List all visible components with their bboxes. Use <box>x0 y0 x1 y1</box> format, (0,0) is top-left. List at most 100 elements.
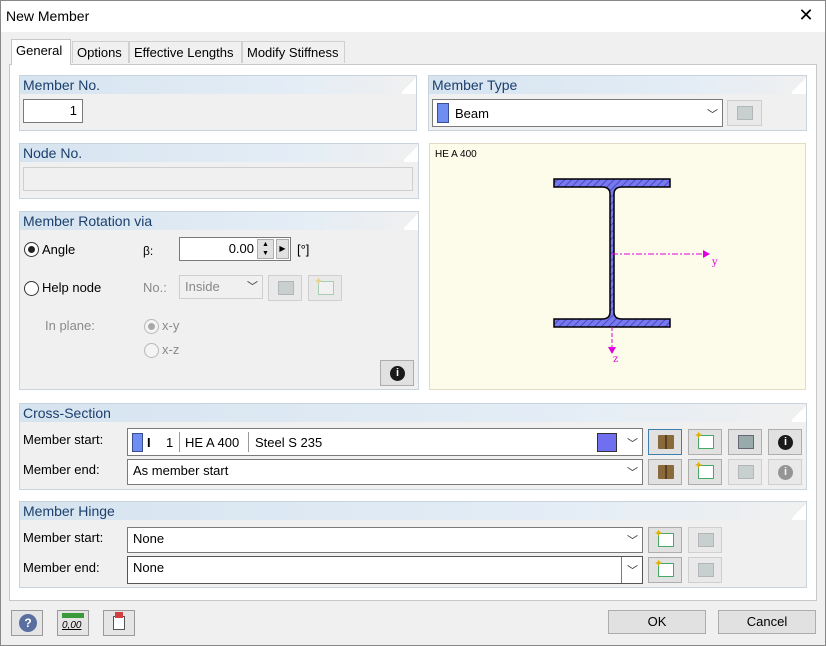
angle-arrow-button[interactable]: ▶ <box>276 239 289 259</box>
z-axis-label: z <box>613 354 619 365</box>
member-type-select[interactable]: Beam ﹀ <box>432 99 723 127</box>
new-node-button[interactable] <box>308 275 342 301</box>
plane-xy-radio[interactable] <box>144 319 159 334</box>
cs-end-info-button[interactable]: i <box>768 459 802 485</box>
member-type-value: Beam <box>455 106 489 121</box>
angle-spinner[interactable]: ▲ ▼ <box>257 239 274 259</box>
tab-modify-stiffness[interactable]: Modify Stiffness <box>242 41 345 63</box>
hinge-end-new-button[interactable] <box>648 557 682 583</box>
plane-xz-radio[interactable] <box>144 343 159 358</box>
y-axis-label: y <box>712 257 718 268</box>
cs-end-label: Member end: <box>23 462 100 477</box>
hinge-heading: Member Hinge <box>20 502 806 520</box>
cross-section-heading: Cross-Section <box>20 404 806 422</box>
hinge-end-edit-button[interactable] <box>688 557 722 583</box>
hinge-start-edit-button[interactable] <box>688 527 722 553</box>
hinge-end-select[interactable]: None ﹀ <box>127 556 643 584</box>
hinge-start-select[interactable]: None ﹀ <box>127 527 643 553</box>
help-node-select[interactable]: Inside ﹀ <box>179 275 263 299</box>
units-button[interactable]: 0,00 <box>57 610 89 636</box>
cs-start-section: HE A 400 <box>185 435 240 450</box>
tab-options[interactable]: Options <box>72 41 129 63</box>
angle-label: Angle <box>42 242 76 257</box>
ok-button[interactable]: OK <box>608 610 706 634</box>
cs-end-edit-button[interactable] <box>728 459 762 485</box>
chevron-down-icon: ﹀ <box>627 467 638 479</box>
chevron-down-icon: ﹀ <box>627 565 638 577</box>
rotation-heading: Member Rotation via <box>20 212 418 230</box>
tab-general[interactable]: General <box>11 39 71 65</box>
tab-effective-lengths[interactable]: Effective Lengths <box>129 41 242 63</box>
edit-icon <box>738 435 754 449</box>
new-icon <box>314 275 334 295</box>
units-bar <box>62 613 84 618</box>
edit-icon <box>737 106 753 120</box>
settings-button[interactable] <box>103 610 135 636</box>
close-icon[interactable]: ✕ <box>795 4 817 26</box>
section-preview: HE A 400 y z <box>429 143 806 390</box>
node-no-input[interactable] <box>23 167 413 191</box>
cs-start-swatch <box>132 433 143 452</box>
hinge-start-new-button[interactable] <box>648 527 682 553</box>
member-no-heading: Member No. <box>20 76 416 94</box>
new-icon <box>694 459 714 479</box>
angle-radio[interactable] <box>24 242 39 257</box>
info-icon: i <box>778 435 793 450</box>
y-axis-arrow <box>703 250 710 258</box>
units-icon: 0,00 <box>62 620 82 631</box>
hinge-end-value: None <box>133 560 165 575</box>
cs-start-new-button[interactable] <box>688 429 722 455</box>
info-icon: i <box>390 366 405 381</box>
cs-start-color <box>597 433 617 452</box>
hinge-start-value: None <box>133 531 165 546</box>
new-icon <box>654 527 674 547</box>
cs-start-select[interactable]: I 1 HE A 400 Steel S 235 ﹀ <box>127 428 643 456</box>
cs-start-label: Member start: <box>23 432 104 447</box>
book-icon <box>658 435 674 449</box>
cs-start-material: Steel S 235 <box>255 435 323 450</box>
book-icon <box>658 465 674 479</box>
chevron-down-icon: ﹀ <box>627 438 638 450</box>
plane-xy-label: x-y <box>162 318 180 333</box>
cs-end-new-button[interactable] <box>688 459 722 485</box>
edit-icon <box>698 563 714 577</box>
edit-icon <box>738 465 754 479</box>
i-beam-section <box>553 178 671 328</box>
document-settings-icon <box>113 616 125 630</box>
help-node-radio[interactable] <box>24 281 39 296</box>
hinge-end-label: Member end: <box>23 560 100 575</box>
member-type-swatch <box>437 103 449 123</box>
cs-end-value: As member start <box>133 463 229 478</box>
chevron-down-icon: ﹀ <box>247 281 258 293</box>
cs-start-library-button[interactable] <box>648 429 682 455</box>
edit-icon <box>698 533 714 547</box>
cancel-button[interactable]: Cancel <box>718 610 816 634</box>
help-icon: ? <box>19 614 37 632</box>
new-icon <box>694 429 714 449</box>
i-beam-drawing <box>553 178 710 354</box>
help-button[interactable]: ? <box>11 610 43 636</box>
cs-end-select[interactable]: As member start ﹀ <box>127 459 643 485</box>
new-icon <box>654 557 674 577</box>
title-bar <box>0 0 826 32</box>
hinge-start-label: Member start: <box>23 530 104 545</box>
window-title: New Member <box>6 8 90 24</box>
rotation-info-button[interactable]: i <box>380 360 414 386</box>
chevron-down-icon: ﹀ <box>627 535 638 547</box>
info-icon: i <box>778 465 793 480</box>
edit-member-type-button[interactable] <box>727 100 762 126</box>
pointer-icon <box>278 281 294 295</box>
plane-xz-label: x-z <box>162 342 180 357</box>
member-no-input[interactable]: 1 <box>23 99 83 123</box>
cs-start-edit-button[interactable] <box>728 429 762 455</box>
beta-label: β: <box>143 244 154 258</box>
cs-start-number: 1 <box>166 435 174 450</box>
angle-input[interactable]: 0.00 <box>179 237 291 261</box>
cs-end-library-button[interactable] <box>648 459 682 485</box>
pick-node-button[interactable] <box>268 275 302 301</box>
cs-start-info-button[interactable]: i <box>768 429 802 455</box>
z-axis-arrow <box>608 347 616 354</box>
in-plane-label: In plane: <box>45 318 95 333</box>
no-label: No.: <box>143 280 167 295</box>
angle-unit: [°] <box>297 242 310 257</box>
